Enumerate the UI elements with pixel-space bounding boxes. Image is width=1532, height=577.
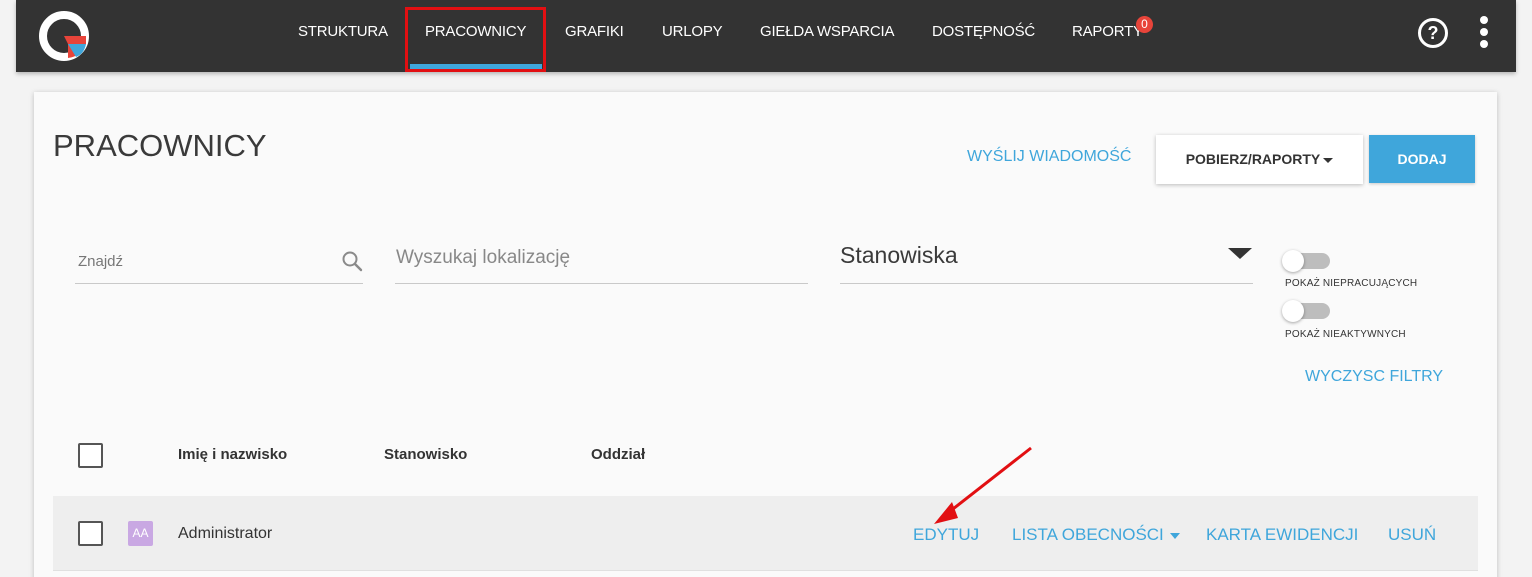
- more-vertical-icon[interactable]: [1478, 16, 1490, 50]
- nav-urlopy[interactable]: URLOPY: [662, 0, 723, 72]
- app-logo[interactable]: [38, 10, 90, 62]
- attendance-list-dropdown[interactable]: LISTA OBECNOŚCI: [1012, 525, 1180, 545]
- clear-filters-link[interactable]: WYCZYSC FILTRY: [1305, 368, 1443, 386]
- employee-name[interactable]: Administrator: [178, 525, 272, 543]
- delete-button[interactable]: USUŃ: [1388, 525, 1436, 545]
- reports-dropdown-button[interactable]: POBIERZ/RAPORTY: [1156, 135, 1363, 184]
- nav-pracownicy[interactable]: PRACOWNICY: [425, 0, 527, 72]
- toggle-show-inactive-label: POKAŻ NIEAKTYWNYCH: [1285, 329, 1406, 340]
- search-field: [75, 240, 363, 284]
- location-input[interactable]: [395, 232, 808, 283]
- positions-select-value: Stanowiska: [840, 242, 958, 268]
- caret-down-icon: [1169, 532, 1180, 539]
- search-input[interactable]: [75, 240, 363, 283]
- column-header-position[interactable]: Stanowisko: [384, 446, 467, 463]
- record-card-button[interactable]: KARTA EWIDENCJI: [1206, 525, 1358, 545]
- help-icon[interactable]: ?: [1418, 18, 1448, 48]
- toggle-show-non-working-label: POKAŻ NIEPRACUJĄCYCH: [1285, 278, 1418, 289]
- send-message-link[interactable]: WYŚLIJ WIADOMOŚĆ: [967, 148, 1131, 166]
- attendance-list-label: LISTA OBECNOŚCI: [1012, 525, 1164, 544]
- active-tab-indicator: [410, 64, 542, 69]
- toggle-show-non-working[interactable]: [1282, 250, 1336, 272]
- nav-dostepnosc[interactable]: DOSTĘPNOŚĆ: [932, 0, 1035, 72]
- nav-gielda-wsparcia[interactable]: GIEŁDA WSPARCIA: [760, 0, 894, 72]
- add-button[interactable]: DODAJ: [1369, 135, 1475, 183]
- location-field: [395, 232, 808, 284]
- reports-badge: 0: [1136, 16, 1153, 33]
- nav-raporty[interactable]: RAPORTY: [1072, 0, 1143, 72]
- page-title: PRACOWNICY: [53, 128, 267, 163]
- select-all-checkbox[interactable]: [78, 443, 103, 468]
- column-header-branch[interactable]: Oddział: [591, 446, 645, 463]
- employees-panel: PRACOWNICY WYŚLIJ WIADOMOŚĆ POBIERZ/RAPO…: [34, 92, 1497, 577]
- nav-grafiki[interactable]: GRAFIKI: [565, 0, 624, 72]
- reports-button-label: POBIERZ/RAPORTY: [1185, 151, 1321, 167]
- caret-down-icon: [1323, 157, 1334, 163]
- column-header-name[interactable]: Imię i nazwisko: [178, 446, 287, 463]
- positions-select[interactable]: Stanowiska: [840, 232, 1253, 284]
- edit-button[interactable]: EDYTUJ: [913, 525, 979, 545]
- row-divider: [53, 570, 1478, 571]
- table-row: AA Administrator EDYTUJ LISTA OBECNOŚCI …: [53, 496, 1478, 570]
- nav-struktura[interactable]: STRUKTURA: [298, 0, 388, 72]
- caret-down-icon: [1228, 248, 1252, 259]
- row-checkbox[interactable]: [78, 521, 103, 546]
- avatar: AA: [128, 521, 153, 546]
- toggle-show-inactive[interactable]: [1282, 300, 1336, 322]
- search-icon[interactable]: [341, 250, 363, 272]
- top-navbar: STRUKTURA PRACOWNICY GRAFIKI URLOPY GIEŁ…: [16, 0, 1516, 72]
